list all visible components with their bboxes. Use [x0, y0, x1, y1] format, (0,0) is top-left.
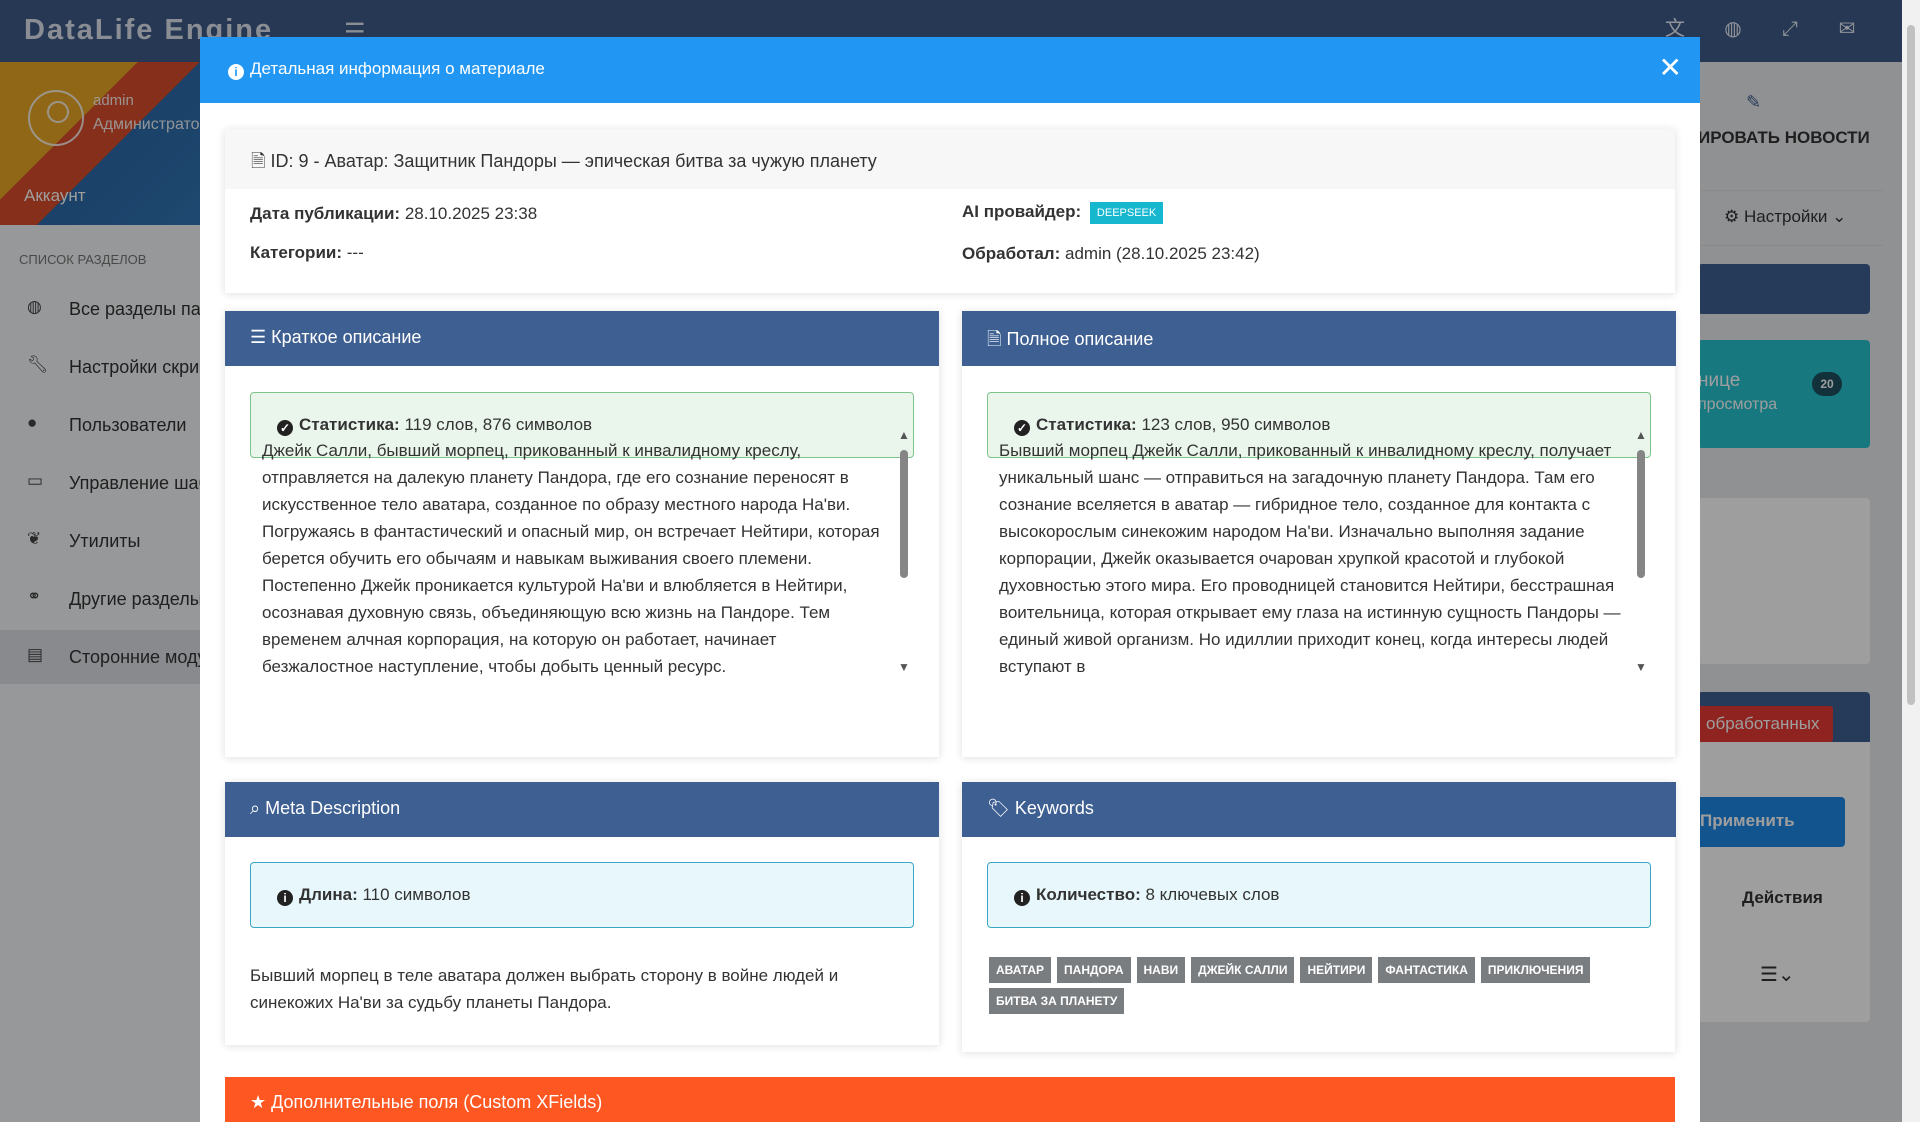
- short-description-panel: ☰ Краткое описание ✓ Статистика: 119 слов…: [225, 311, 939, 757]
- material-title: 🗎︎ ID: 9 - Аватар: Защитник Пандоры — эп…: [225, 129, 1675, 189]
- keyword-tag: НАВИ: [1136, 957, 1186, 983]
- keyword-tag: ФАНТАСТИКА: [1378, 957, 1475, 983]
- meta-length-box: i Длина: 110 символов: [250, 862, 914, 928]
- meta-description-text: Бывший морпец в теле аватара должен выбр…: [250, 966, 839, 1012]
- textarea-scroll-thumb[interactable]: [1637, 450, 1645, 578]
- textarea-scroll-thumb[interactable]: [900, 450, 908, 578]
- star-icon: ★: [250, 1092, 267, 1112]
- material-details-modal: i Детальная информация о материале ✕ 🗎︎ I…: [200, 37, 1700, 1122]
- scroll-down-icon[interactable]: ▼: [1635, 660, 1647, 674]
- meta-description-header: ⌕ Meta Description: [225, 782, 939, 837]
- scroll-down-icon[interactable]: ▼: [898, 660, 910, 674]
- keywords-count-box: i Количество: 8 ключевых слов: [987, 862, 1651, 928]
- keyword-tag: БИТВА ЗА ПЛАНЕТУ: [989, 988, 1125, 1014]
- custom-xfields-header: ★ Дополнительные поля (Custom XFields): [225, 1077, 1675, 1122]
- align-left-icon: ☰: [250, 327, 267, 347]
- scroll-up-icon[interactable]: ▲: [898, 428, 910, 442]
- document-icon: 🗎︎: [251, 151, 266, 171]
- pub-date-row: Дата публикации: 28.10.2025 23:38: [250, 204, 538, 223]
- info-icon: i: [228, 64, 244, 80]
- modal-header: i Детальная информация о материале ✕: [200, 37, 1700, 103]
- material-info-card: 🗎︎ ID: 9 - Аватар: Защитник Пандоры — эп…: [225, 129, 1675, 293]
- keyword-tag: ДЖЕЙК САЛЛИ: [1191, 957, 1295, 983]
- scroll-up-icon[interactable]: ▲: [1635, 428, 1647, 442]
- keyword-tag: ПРИКЛЮЧЕНИЯ: [1480, 957, 1591, 983]
- page-scrollbar-thumb[interactable]: [1907, 25, 1915, 705]
- file-icon: 🗎︎: [987, 329, 1002, 349]
- keywords-header: 🏷︎ Keywords: [962, 782, 1676, 837]
- ai-provider-badge: DEEPSEEK: [1089, 202, 1164, 224]
- full-description-header: 🗎︎ Полное описание: [962, 311, 1676, 366]
- modal-title: i Детальная информация о материале: [228, 59, 545, 80]
- full-description-panel: 🗎︎ Полное описание ✓ Статистика: 123 слов…: [962, 311, 1676, 757]
- meta-description-panel: ⌕ Meta Description i Длина: 110 символов …: [225, 782, 939, 1045]
- textarea-scrollbar[interactable]: ▲ ▼: [894, 428, 914, 676]
- search-icon: ⌕: [250, 798, 261, 818]
- info-icon: i: [277, 890, 293, 906]
- keywords-panel: 🏷︎ Keywords i Количество: 8 ключевых слов…: [962, 782, 1676, 1052]
- full-description-textarea[interactable]: Бывший морпец Джейк Салли, прикованный к…: [987, 428, 1651, 676]
- short-description-textarea[interactable]: Джейк Салли, бывший морпец, прикованный …: [250, 428, 914, 676]
- tags-icon: 🏷︎: [987, 798, 1010, 818]
- close-icon[interactable]: ✕: [1659, 51, 1682, 84]
- keyword-tag: ПАНДОРА: [1057, 957, 1131, 983]
- page-scrollbar[interactable]: [1902, 0, 1920, 1122]
- keyword-tag: АВАТАР: [989, 957, 1052, 983]
- keyword-tags: АВАТАР ПАНДОРА НАВИ ДЖЕЙК САЛЛИ НЕЙТИРИ ФАНТА…: [989, 957, 1659, 1019]
- categories-row: Категории: ---: [250, 243, 364, 262]
- processed-row: Обработал: admin (28.10.2025 23:42): [962, 244, 1260, 263]
- keyword-tag: НЕЙТИРИ: [1300, 957, 1373, 983]
- short-description-header: ☰ Краткое описание: [225, 311, 939, 366]
- textarea-scrollbar[interactable]: ▲ ▼: [1631, 428, 1651, 676]
- info-icon: i: [1014, 890, 1030, 906]
- ai-provider-row: AI провайдер: DEEPSEEK: [962, 202, 1164, 224]
